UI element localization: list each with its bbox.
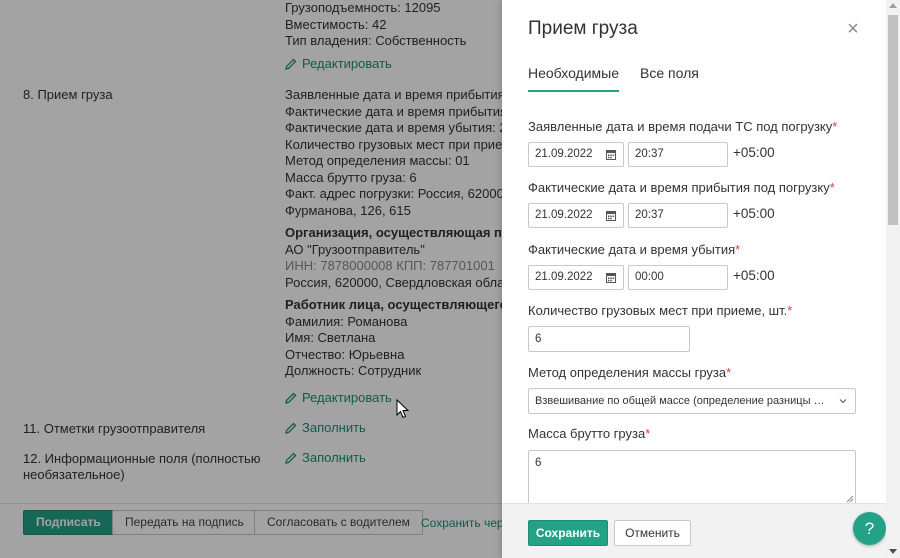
places-count-label: Количество грузовых мест при приеме, шт.… bbox=[528, 303, 792, 318]
scroll-thumb[interactable] bbox=[888, 15, 898, 225]
chevron-down-icon bbox=[839, 399, 847, 404]
calendar-icon[interactable] bbox=[606, 272, 616, 283]
required-mark: * bbox=[829, 180, 835, 195]
tab-all-fields[interactable]: Все поля bbox=[640, 65, 699, 90]
tab-required[interactable]: Необходимые bbox=[528, 65, 620, 92]
cargo-acceptance-panel: Прием груза × Необходимые Все поля Заявл… bbox=[502, 0, 900, 558]
resize-handle-icon[interactable] bbox=[846, 495, 854, 503]
required-mark: * bbox=[726, 365, 732, 380]
field-label-text: Метод определения массы груза bbox=[528, 365, 727, 380]
arrival-date-input[interactable]: 21.09.2022 bbox=[528, 203, 624, 228]
calendar-icon[interactable] bbox=[606, 149, 616, 160]
scroll-up-icon[interactable] bbox=[889, 3, 897, 8]
field-label-text: Количество грузовых мест при приеме, шт. bbox=[528, 303, 788, 318]
declared-datetime-label: Заявленные дата и время подачи ТС под по… bbox=[528, 119, 837, 134]
date-value: 21.09.2022 bbox=[535, 209, 593, 221]
panel-footer: Сохранить Отменить bbox=[502, 503, 900, 558]
departure-time-input[interactable]: 00:00 bbox=[628, 265, 728, 290]
arrival-time-input[interactable]: 20:37 bbox=[628, 203, 728, 228]
places-count-input[interactable]: 6 bbox=[528, 326, 690, 352]
scroll-down-icon[interactable] bbox=[889, 549, 897, 554]
required-mark: * bbox=[645, 426, 651, 441]
timezone-label: +05:00 bbox=[733, 206, 775, 221]
departure-date-input[interactable]: 21.09.2022 bbox=[528, 265, 624, 290]
field-label-text: Фактические дата и время прибытия под по… bbox=[528, 180, 830, 195]
calendar-icon[interactable] bbox=[606, 210, 616, 221]
declared-time-input[interactable]: 20:37 bbox=[628, 142, 728, 167]
date-value: 21.09.2022 bbox=[535, 148, 593, 160]
arrival-datetime-label: Фактические дата и время прибытия под по… bbox=[528, 180, 835, 195]
declared-date-input[interactable]: 21.09.2022 bbox=[528, 142, 624, 167]
required-mark: * bbox=[735, 242, 741, 257]
timezone-label: +05:00 bbox=[733, 268, 775, 283]
save-button[interactable]: Сохранить bbox=[528, 520, 608, 546]
required-mark: * bbox=[832, 119, 838, 134]
select-value: Взвешивание по общей массе (определение … bbox=[535, 395, 825, 407]
cancel-button[interactable]: Отменить bbox=[614, 520, 691, 546]
field-label-text: Фактические дата и время убытия bbox=[528, 242, 736, 257]
field-label-text: Заявленные дата и время подачи ТС под по… bbox=[528, 119, 833, 134]
required-mark: * bbox=[787, 303, 793, 318]
gross-mass-label: Масса брутто груза* bbox=[528, 426, 650, 441]
date-value: 21.09.2022 bbox=[535, 271, 593, 283]
scrollbar[interactable] bbox=[886, 0, 900, 558]
help-button[interactable]: ? bbox=[853, 512, 886, 545]
textarea-value: 6 bbox=[535, 457, 542, 469]
close-icon[interactable]: × bbox=[844, 19, 862, 39]
mass-method-select[interactable]: Взвешивание по общей массе (определение … bbox=[528, 388, 856, 414]
panel-title: Прием груза bbox=[528, 18, 638, 39]
mouse-cursor-icon bbox=[396, 399, 410, 419]
mass-method-label: Метод определения массы груза* bbox=[528, 365, 731, 380]
gross-mass-textarea[interactable]: 6 bbox=[528, 450, 856, 505]
timezone-label: +05:00 bbox=[733, 145, 775, 160]
departure-datetime-label: Фактические дата и время убытия* bbox=[528, 242, 740, 257]
field-label-text: Масса брутто груза bbox=[528, 426, 646, 441]
